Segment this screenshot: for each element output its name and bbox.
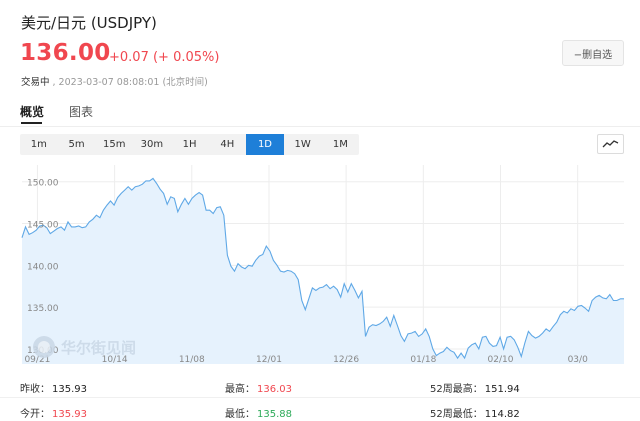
x-tick-label: 11/08 (179, 355, 205, 365)
period-30m[interactable]: 30m (133, 134, 171, 155)
period-1mo[interactable]: 1M (322, 134, 360, 155)
y-tick-label: 145.00 (27, 221, 59, 231)
active-tab-indicator (21, 122, 42, 124)
stat-high: 最高： 136.03 (225, 384, 292, 395)
remove-from-watchlist-button[interactable]: −删自选 (562, 40, 624, 66)
period-1m[interactable]: 1m (20, 134, 58, 155)
period-1w[interactable]: 1W (284, 134, 322, 155)
stat-52w-high: 52周最高： 151.94 (430, 384, 520, 395)
period-1h[interactable]: 1H (171, 134, 209, 155)
price-change: +0.07 (+ 0.05%) (109, 50, 220, 65)
instrument-title: 美元/日元 (USDJPY) (21, 14, 157, 32)
stats-divider (0, 397, 640, 398)
watermark-text: 华尔街见闻 (61, 339, 136, 357)
period-4h[interactable]: 4H (208, 134, 246, 155)
watermark: 华尔街见闻 (33, 336, 136, 358)
x-tick-label: 12/01 (256, 355, 282, 365)
period-selector: 1m 5m 15m 30m 1H 4H 1D 1W 1M (20, 134, 360, 155)
x-tick-label: 02/10 (488, 355, 514, 365)
tab-chart[interactable]: 图表 (69, 103, 93, 120)
current-price: 136.00 (20, 40, 111, 66)
period-5m[interactable]: 5m (58, 134, 96, 155)
tab-overview[interactable]: 概览 (20, 103, 44, 120)
stat-prev-close: 昨收： 135.93 (20, 384, 87, 395)
tab-divider (0, 126, 640, 127)
price-chart: 150.00145.00140.00135.00130.00 09/2110/1… (21, 165, 624, 365)
line-chart-icon (602, 140, 619, 148)
quote-timestamp: , 2023-03-07 08:08:01 (北京时间) (52, 77, 208, 88)
period-15m[interactable]: 15m (95, 134, 133, 155)
stat-52w-low: 52周最低： 114.82 (430, 409, 520, 420)
period-1d[interactable]: 1D (246, 134, 284, 155)
trading-status: 交易中 (21, 77, 50, 88)
y-tick-label: 140.00 (27, 262, 59, 272)
trading-status-row: 交易中, 2023-03-07 08:08:01 (北京时间) (21, 74, 208, 88)
x-tick-label: 01/18 (410, 355, 436, 365)
x-tick-label: 12/26 (333, 355, 359, 365)
stat-low: 最低： 135.88 (225, 409, 292, 420)
y-tick-label: 150.00 (27, 179, 59, 189)
y-tick-label: 135.00 (27, 304, 59, 314)
chart-type-button[interactable] (597, 134, 624, 154)
stat-open: 今开： 135.93 (20, 409, 87, 420)
x-tick-label: 03/0 (568, 355, 588, 365)
